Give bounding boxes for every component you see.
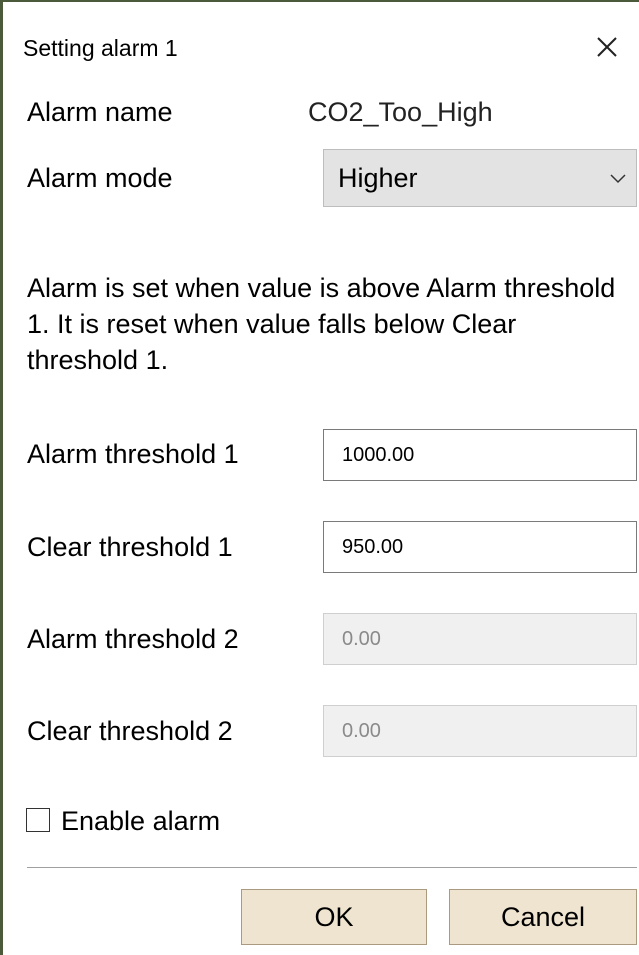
alarm-threshold-2-label: Alarm threshold 2 xyxy=(27,624,239,654)
alarm-threshold-1-label: Alarm threshold 1 xyxy=(27,439,239,469)
clear-threshold-1-input[interactable]: 950.00 xyxy=(323,521,637,573)
enable-alarm-label[interactable]: Enable alarm xyxy=(61,805,220,837)
dialog-title: Setting alarm 1 xyxy=(23,35,178,61)
clear-threshold-1-label: Clear threshold 1 xyxy=(27,532,233,562)
alarm-name-label: Alarm name xyxy=(27,97,173,127)
alarm-mode-label: Alarm mode xyxy=(27,163,173,193)
close-icon[interactable] xyxy=(589,29,625,65)
alarm-threshold-2-input: 0.00 xyxy=(323,613,637,665)
enable-alarm-checkbox[interactable] xyxy=(26,808,50,832)
clear-threshold-2-input: 0.00 xyxy=(323,705,637,757)
alarm-threshold-1-input[interactable]: 1000.00 xyxy=(323,429,637,481)
chevron-down-icon xyxy=(610,172,626,184)
alarm-mode-select[interactable]: Higher xyxy=(323,149,637,207)
alarm-mode-description: Alarm is set when value is above Alarm t… xyxy=(27,273,616,375)
alarm-mode-value: Higher xyxy=(338,163,418,193)
alarm-name-value: CO2_Too_High xyxy=(308,97,493,127)
clear-threshold-2-label: Clear threshold 2 xyxy=(27,716,233,746)
divider xyxy=(27,867,637,868)
ok-button[interactable]: OK xyxy=(241,889,427,945)
cancel-button[interactable]: Cancel xyxy=(449,889,637,945)
alarm-settings-dialog: Setting alarm 1 Alarm name CO2_Too_High … xyxy=(0,0,639,955)
